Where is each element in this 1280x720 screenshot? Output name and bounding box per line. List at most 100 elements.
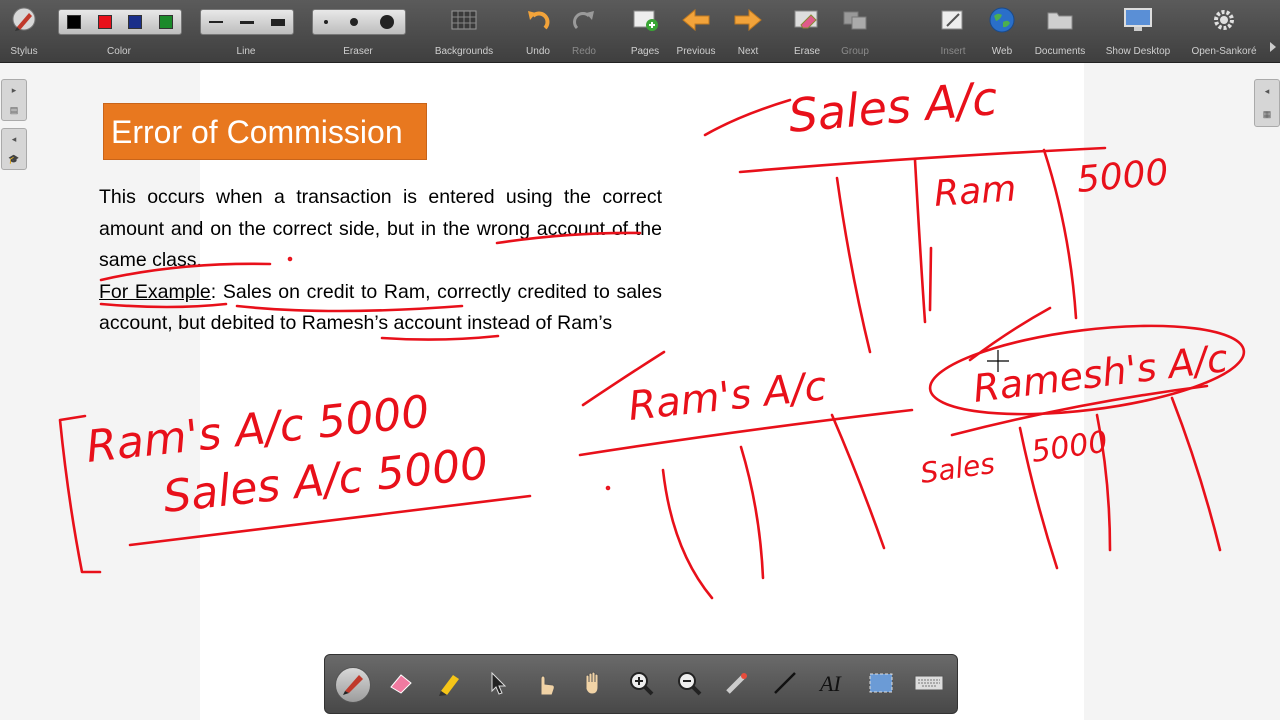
arrow-pointer-icon	[483, 669, 511, 702]
open-sankore-button[interactable]: Open-Sankoré	[1184, 0, 1264, 62]
line-thick-option[interactable]	[270, 18, 285, 26]
show-desktop-button[interactable]: Show Desktop	[1098, 0, 1178, 62]
group-label: Group	[841, 46, 869, 57]
slide-area	[200, 63, 1084, 720]
eraser-tool-button[interactable]	[383, 667, 419, 703]
chevron-left-icon: ◂	[1264, 86, 1270, 96]
text-tool-button[interactable]: AI	[815, 667, 851, 703]
line-medium-option[interactable]	[239, 20, 254, 24]
eraser-label: Eraser	[343, 46, 373, 57]
undo-label: Undo	[526, 46, 550, 57]
show-desktop-label: Show Desktop	[1105, 46, 1171, 57]
play-tool-button[interactable]	[527, 667, 563, 703]
color-green-swatch[interactable]	[158, 15, 173, 29]
line-thin-option[interactable]	[209, 21, 224, 23]
web-button[interactable]: Web	[982, 0, 1022, 62]
hand-icon	[579, 669, 607, 702]
monitor-icon	[1122, 6, 1154, 34]
previous-button[interactable]: Previous	[672, 0, 720, 62]
graduation-cap-icon: 🎓	[8, 153, 20, 164]
group-button[interactable]: Group	[834, 0, 876, 62]
line-group: Line	[198, 0, 294, 62]
stylus-label: Stylus	[10, 46, 38, 57]
pages-label: Pages	[630, 46, 660, 57]
globe-icon	[986, 6, 1018, 34]
chevron-right-icon: ▸	[11, 84, 17, 95]
insert-icon	[937, 6, 969, 34]
pages-button[interactable]: Pages	[624, 0, 666, 62]
straight-line-icon	[771, 669, 799, 702]
line-tool-button[interactable]	[767, 667, 803, 703]
web-label: Web	[991, 46, 1013, 57]
color-black-swatch[interactable]	[67, 15, 82, 29]
redo-label: Redo	[572, 46, 596, 57]
undo-button[interactable]: Undo	[518, 0, 558, 62]
right-pages-tab[interactable]: ◂ ▦	[1254, 79, 1280, 127]
next-button[interactable]: Next	[726, 0, 770, 62]
erase-label: Erase	[793, 46, 821, 57]
marker-tool-button[interactable]	[431, 667, 467, 703]
documents-button[interactable]: Documents	[1028, 0, 1092, 62]
stylus-icon	[8, 6, 40, 34]
color-label: Color	[107, 46, 131, 57]
erase-button[interactable]: Erase	[786, 0, 828, 62]
backgrounds-label: Backgrounds	[434, 46, 494, 57]
zoom-out-tool-button[interactable]	[671, 667, 707, 703]
add-page-icon	[629, 6, 661, 34]
redo-button[interactable]: Redo	[564, 0, 604, 62]
main-toolbar: Stylus Color Line Eraser Backgrounds Und…	[0, 0, 1280, 63]
example-label: For Example	[99, 280, 211, 303]
arrow-right-icon	[732, 6, 764, 34]
line-label: Line	[236, 46, 256, 57]
eraser-medium-option[interactable]	[350, 18, 358, 26]
eraser-segment	[312, 9, 406, 35]
arrow-left-icon	[680, 6, 712, 34]
color-blue-swatch[interactable]	[128, 15, 143, 29]
hand-tool-button[interactable]	[575, 667, 611, 703]
capture-icon	[867, 669, 895, 702]
grid-background-icon	[448, 6, 480, 34]
folder-icon	[1044, 6, 1076, 34]
highlighter-icon	[435, 669, 463, 702]
pen-tool-button[interactable]	[335, 667, 371, 703]
insert-label: Insert	[940, 46, 966, 57]
keyboard-tool-button[interactable]	[911, 667, 947, 703]
pages-thumbnail-icon: ▦	[1262, 109, 1272, 119]
left-library-tab[interactable]: ▸ ▤	[1, 79, 27, 121]
zoom-in-icon	[627, 669, 655, 702]
backgrounds-button[interactable]: Backgrounds	[428, 0, 500, 62]
gear-icon	[1208, 6, 1240, 34]
chevron-left-icon: ◂	[11, 133, 17, 144]
slide-body: This occurs when a transaction is entere…	[99, 182, 662, 340]
zoom-in-tool-button[interactable]	[623, 667, 659, 703]
definition-text: This occurs when a transaction is entere…	[99, 186, 662, 271]
eraser-group: Eraser	[310, 0, 406, 62]
eraser-small-option[interactable]	[324, 20, 328, 24]
color-red-swatch[interactable]	[97, 15, 112, 29]
library-icon: ▤	[9, 104, 19, 115]
zoom-out-icon	[675, 669, 703, 702]
slide-title: Error of Commission	[103, 103, 427, 160]
eraser-icon	[387, 669, 415, 702]
pen-icon	[339, 669, 367, 702]
left-teacher-tab[interactable]: ◂ 🎓	[1, 128, 27, 170]
documents-label: Documents	[1034, 46, 1086, 57]
color-group: Color	[55, 0, 183, 62]
open-sankore-label: Open-Sankoré	[1191, 46, 1257, 57]
stylus-button[interactable]: Stylus	[0, 0, 48, 62]
insert-button[interactable]: Insert	[932, 0, 974, 62]
keyboard-icon	[914, 673, 944, 698]
erase-board-icon	[791, 6, 823, 34]
toolbar-scroll-right-icon[interactable]	[1266, 40, 1280, 62]
undo-icon	[522, 6, 554, 34]
group-icon	[839, 6, 871, 34]
page-right-margin	[1084, 63, 1280, 720]
selector-tool-button[interactable]	[479, 667, 515, 703]
laser-pointer-tool-button[interactable]	[719, 667, 755, 703]
next-label: Next	[737, 46, 759, 57]
text-icon: AI	[818, 669, 848, 702]
capture-tool-button[interactable]	[863, 667, 899, 703]
eraser-large-option[interactable]	[380, 15, 394, 29]
pointing-hand-icon	[531, 669, 559, 702]
laser-pointer-icon	[723, 669, 751, 702]
